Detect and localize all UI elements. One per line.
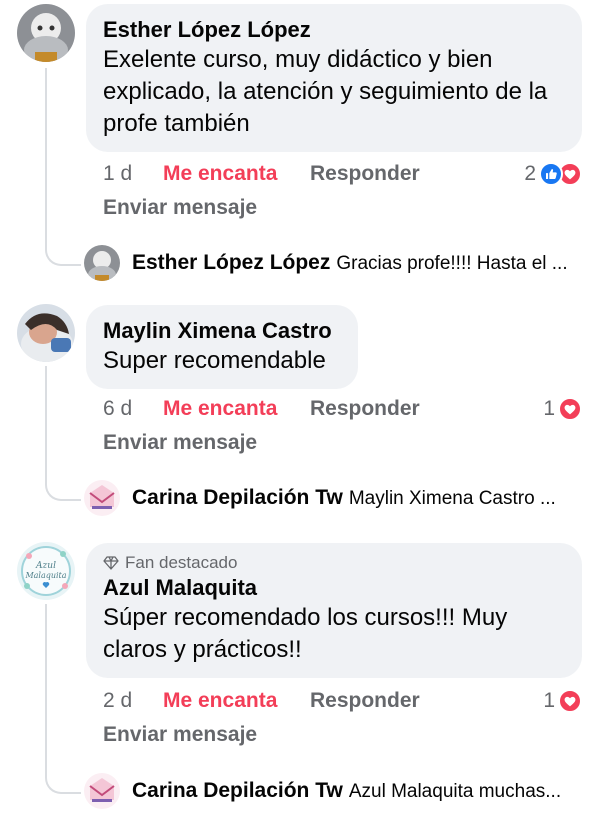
love-reaction-button[interactable]: Me encanta	[163, 686, 277, 716]
thread-line	[45, 604, 47, 774]
love-icon	[558, 397, 582, 421]
avatar-azul-malaquita[interactable]: Azul Malaquita	[17, 542, 75, 600]
send-message-button[interactable]: Enviar mensaje	[103, 194, 257, 222]
reply-author: Esther López López	[132, 251, 331, 274]
reaction-count: 1	[543, 689, 555, 712]
love-icon	[558, 689, 582, 713]
top-fan-badge: Fan destacado	[103, 552, 564, 574]
svg-text:Azul: Azul	[35, 561, 56, 571]
thread-curve	[45, 772, 81, 794]
comment-text: Exelente curso, muy didáctico y bien exp…	[103, 46, 548, 137]
love-reaction-button[interactable]: Me encanta	[163, 159, 277, 189]
reaction-summary[interactable]: 2	[524, 159, 582, 189]
reply-snippet: Maylin Ximena Castro ...	[348, 488, 556, 509]
comment-bubble: Esther López López Exelente curso, muy d…	[86, 4, 582, 152]
reply-preview[interactable]: Esther López López Gracias profe!!!! Hast…	[84, 245, 588, 281]
comment-text: Súper recomendado los cursos!!! Muy clar…	[103, 604, 508, 663]
send-message-button[interactable]: Enviar mensaje	[103, 721, 257, 749]
svg-text:Malaquita: Malaquita	[24, 571, 66, 580]
avatar-maylin[interactable]	[17, 304, 75, 362]
reply-avatar-carina	[84, 773, 120, 809]
comment-actions: 6 d Me encanta Responder 1	[103, 394, 582, 424]
reply-author: Carina Depilación Tw	[132, 486, 343, 509]
reaction-summary[interactable]: 1	[543, 686, 582, 716]
comment-author[interactable]: Azul Malaquita	[103, 574, 564, 602]
reply-avatar-esther	[84, 245, 120, 281]
thread-curve	[45, 244, 81, 266]
avatar-esther[interactable]	[17, 4, 75, 62]
reaction-count: 1	[543, 397, 555, 420]
comment-thread-maylin: Maylin Ximena Castro Super recomendable …	[0, 300, 600, 530]
comment-bubble: Maylin Ximena Castro Super recomendable	[86, 305, 358, 389]
reply-snippet: Gracias profe!!!! Hasta el ...	[336, 253, 568, 274]
comment-time[interactable]: 6 d	[103, 394, 132, 424]
badge-label: Fan destacado	[125, 553, 238, 572]
comment-time[interactable]: 1 d	[103, 159, 132, 189]
comment-thread-azul: Azul Malaquita Fan destacado Azul Malaqu…	[0, 538, 600, 823]
reply-avatar-carina	[84, 480, 120, 516]
thread-line	[45, 68, 47, 246]
comment-actions: 1 d Me encanta Responder 2	[103, 159, 582, 189]
diamond-icon	[103, 556, 119, 570]
comment-bubble: Fan destacado Azul Malaquita Súper recom…	[86, 543, 582, 678]
reaction-count: 2	[524, 162, 536, 185]
love-reaction-button[interactable]: Me encanta	[163, 394, 277, 424]
reply-preview-text: Esther López López Gracias profe!!!! Hast…	[132, 251, 568, 275]
reply-preview-text: Carina Depilación Tw Maylin Ximena Castro…	[132, 486, 556, 510]
reply-preview[interactable]: Carina Depilación Tw Maylin Ximena Castro…	[84, 480, 588, 516]
reply-preview-text: Carina Depilación Tw Azul Malaquita mucha…	[132, 779, 561, 803]
comment-time[interactable]: 2 d	[103, 686, 132, 716]
reply-author: Carina Depilación Tw	[132, 779, 343, 802]
reaction-summary[interactable]: 1	[543, 394, 582, 424]
thread-curve	[45, 479, 81, 501]
thread-line	[45, 366, 47, 481]
send-message-button[interactable]: Enviar mensaje	[103, 429, 257, 457]
comment-author[interactable]: Maylin Ximena Castro	[103, 317, 340, 345]
reply-button[interactable]: Responder	[310, 394, 420, 424]
reply-preview[interactable]: Carina Depilación Tw Azul Malaquita mucha…	[84, 773, 588, 809]
reply-button[interactable]: Responder	[310, 686, 420, 716]
comment-actions: 2 d Me encanta Responder 1	[103, 686, 582, 716]
like-icon	[539, 162, 563, 186]
reply-button[interactable]: Responder	[310, 159, 420, 189]
comment-thread-esther: Esther López López Exelente curso, muy d…	[0, 0, 600, 290]
comment-author[interactable]: Esther López López	[103, 16, 564, 44]
comment-text: Super recomendable	[103, 347, 326, 374]
reply-snippet: Azul Malaquita muchas...	[348, 781, 562, 802]
